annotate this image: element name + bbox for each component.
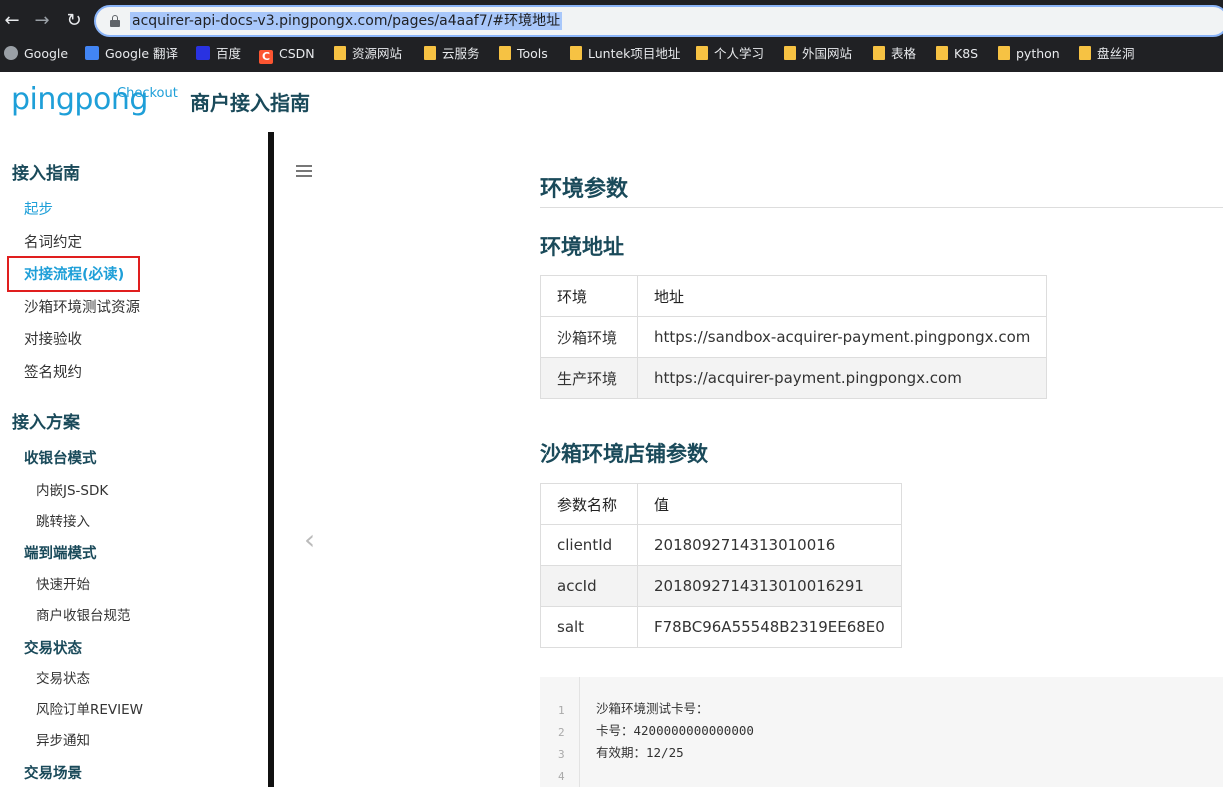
- sidebar-item-quickstart[interactable]: 快速开始: [36, 575, 90, 595]
- table-cell: 沙箱环境: [540, 316, 638, 358]
- heading-sandbox-store: 沙箱环境店铺参数: [540, 442, 708, 466]
- sidebar-item-embedded-sdk[interactable]: 内嵌JS-SDK: [36, 481, 108, 501]
- sidebar-item-checkout-spec[interactable]: 商户收银台规范: [36, 606, 131, 626]
- sidebar-item-terms[interactable]: 名词约定: [24, 233, 82, 253]
- main-content: ‹ 环境参数 环境地址 环境 地址 沙箱环境 https://sandbox-a…: [274, 132, 1223, 787]
- bookmark-folder-tools[interactable]: Tools: [499, 44, 548, 64]
- sidebar-group-txn-scenarios[interactable]: 交易场景: [24, 764, 82, 784]
- sidebar: 接入指南 起步 名词约定 对接流程(必读) 沙箱环境测试资源 对接验收 签名规约…: [0, 132, 269, 787]
- folder-icon: [334, 46, 346, 60]
- sidebar-item-signature[interactable]: 签名规约: [24, 363, 82, 383]
- folder-icon: [873, 46, 885, 60]
- store-params-table: 参数名称 值 clientId 2018092714313010016 accI…: [540, 483, 902, 648]
- table-cell: https://sandbox-acquirer-payment.pingpon…: [636, 316, 1048, 358]
- table-row: clientId 2018092714313010016: [540, 524, 902, 566]
- browser-chrome: ← → ↻ acquirer-api-docs-v3.pingpongx.com…: [0, 0, 1223, 72]
- bookmark-folder-pansidong[interactable]: 盘丝洞: [1079, 44, 1135, 64]
- table-header: 参数名称: [540, 483, 638, 525]
- bookmark-google-translate[interactable]: Google 翻译: [85, 44, 178, 64]
- line-number-gutter: 1 2 3 4: [540, 677, 580, 787]
- address-bar[interactable]: acquirer-api-docs-v3.pingpongx.com/pages…: [94, 5, 1223, 37]
- bookmark-folder-python[interactable]: python: [998, 44, 1060, 64]
- back-arrow-icon[interactable]: ←: [0, 9, 24, 33]
- table-cell: F78BC96A55548B2319EE68E0: [637, 606, 902, 648]
- sidebar-item-txn-status[interactable]: 交易状态: [36, 669, 90, 689]
- url-text[interactable]: acquirer-api-docs-v3.pingpongx.com/pages…: [130, 12, 563, 30]
- page-title: 环境参数: [540, 177, 629, 202]
- table-cell: 2018092714313010016: [637, 524, 902, 566]
- bookmark-baidu[interactable]: 百度: [196, 44, 241, 64]
- table-header: 地址: [636, 275, 1048, 317]
- code-block[interactable]: 1 2 3 4 沙箱环境测试卡号： 卡号：4200000000000000 有效…: [540, 677, 1223, 787]
- reload-icon[interactable]: ↻: [62, 9, 86, 33]
- sidebar-item-async-notify[interactable]: 异步通知: [36, 731, 90, 751]
- bookmark-folder-cloud[interactable]: 云服务: [424, 44, 480, 64]
- menu-icon[interactable]: [296, 165, 312, 177]
- csdn-icon: C: [259, 50, 273, 64]
- folder-icon: [936, 46, 948, 60]
- bookmark-folder-resources[interactable]: 资源网站: [334, 44, 402, 64]
- folder-icon: [696, 46, 708, 60]
- bookmark-folder-k8s[interactable]: K8S: [936, 44, 978, 64]
- bookmark-folder-personal[interactable]: 个人学习: [696, 44, 764, 64]
- sidebar-item-acceptance[interactable]: 对接验收: [24, 330, 82, 350]
- table-row: salt F78BC96A55548B2319EE68E0: [540, 606, 902, 648]
- sidebar-group-e2e[interactable]: 端到端模式: [24, 544, 97, 564]
- table-cell: accId: [540, 565, 638, 607]
- sidebar-group-checkout[interactable]: 收银台模式: [24, 449, 97, 469]
- table-row: 生产环境 https://acquirer-payment.pingpongx.…: [540, 357, 1048, 399]
- sidebar-section-solutions[interactable]: 接入方案: [12, 411, 80, 435]
- folder-icon: [998, 46, 1010, 60]
- logo-subtitle: Checkout: [117, 86, 178, 101]
- google-translate-icon: [85, 46, 99, 60]
- line-number: 4: [558, 770, 565, 783]
- bookmark-folder-sheets[interactable]: 表格: [873, 44, 916, 64]
- sidebar-item-sandbox-resources[interactable]: 沙箱环境测试资源: [24, 298, 140, 318]
- folder-icon: [499, 46, 511, 60]
- folder-icon: [424, 46, 436, 60]
- table-cell: 2018092714313010016291: [637, 565, 902, 607]
- sidebar-item-risk-review[interactable]: 风险订单REVIEW: [36, 700, 143, 720]
- code-line: 卡号：4200000000000000: [596, 723, 754, 738]
- table-row: 沙箱环境 https://sandbox-acquirer-payment.pi…: [540, 316, 1048, 358]
- folder-icon: [570, 46, 582, 60]
- table-header-row: 环境 地址: [540, 275, 1048, 317]
- site-header: pingpong Checkout 商户接入指南: [0, 72, 1223, 132]
- code-line: 有效期：12/25: [596, 745, 684, 760]
- sidebar-item-integration-flow[interactable]: 对接流程(必读): [24, 265, 124, 285]
- site-title[interactable]: 商户接入指南: [190, 89, 310, 117]
- table-cell: 生产环境: [540, 357, 638, 399]
- bookmark-csdn[interactable]: C CSDN: [259, 44, 315, 64]
- sidebar-item-redirect[interactable]: 跳转接入: [36, 512, 90, 532]
- sidebar-item-start[interactable]: 起步: [24, 200, 53, 220]
- bookmark-google[interactable]: Google: [4, 44, 68, 64]
- sidebar-section-guide[interactable]: 接入指南: [12, 162, 80, 186]
- bookmark-folder-luntek[interactable]: Luntek项目地址: [570, 44, 680, 64]
- env-table: 环境 地址 沙箱环境 https://sandbox-acquirer-paym…: [540, 275, 1048, 399]
- globe-icon: [4, 46, 18, 60]
- table-header-row: 参数名称 值: [540, 483, 902, 525]
- lock-icon[interactable]: [110, 15, 120, 27]
- table-cell: salt: [540, 606, 638, 648]
- folder-icon: [1079, 46, 1091, 60]
- chevron-left-icon[interactable]: ‹: [304, 526, 318, 554]
- forward-arrow-icon[interactable]: →: [30, 9, 54, 33]
- table-cell: clientId: [540, 524, 638, 566]
- table-header: 值: [637, 483, 902, 525]
- table-header: 环境: [540, 275, 638, 317]
- heading-env-address: 环境地址: [540, 235, 624, 259]
- table-row: accId 2018092714313010016291: [540, 565, 902, 607]
- sidebar-group-txn-status[interactable]: 交易状态: [24, 639, 82, 659]
- title-divider: [540, 207, 1223, 208]
- code-line: 沙箱环境测试卡号：: [596, 701, 709, 716]
- line-number: 1: [558, 704, 565, 717]
- baidu-icon: [196, 46, 210, 60]
- line-number: 2: [558, 726, 565, 739]
- table-cell: https://acquirer-payment.pingpongx.com: [636, 357, 1048, 399]
- line-number: 3: [558, 748, 565, 761]
- folder-icon: [784, 46, 796, 60]
- bookmarks-bar: Google Google 翻译 百度 C CSDN 资源网站 云服务 Tools…: [0, 42, 1223, 66]
- bookmark-folder-foreign[interactable]: 外国网站: [784, 44, 852, 64]
